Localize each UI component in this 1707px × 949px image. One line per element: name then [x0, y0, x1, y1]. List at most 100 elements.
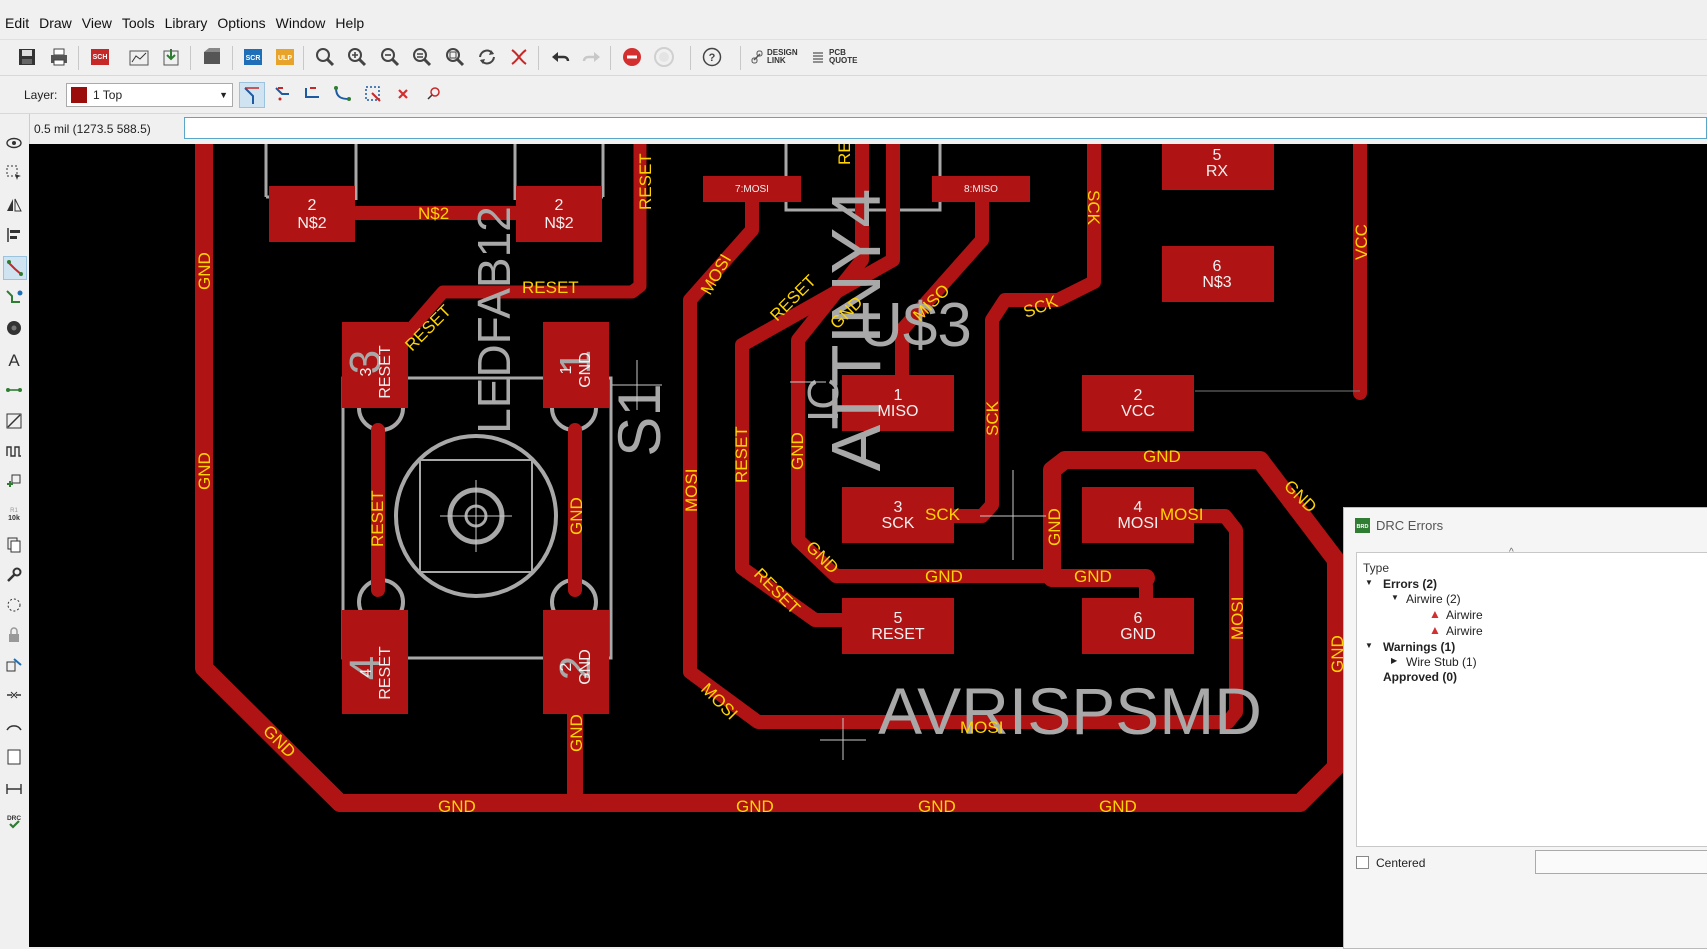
- ulp-icon[interactable]: ULP: [273, 45, 297, 69]
- menu-options[interactable]: Options: [212, 15, 270, 31]
- script-icon[interactable]: SCR: [241, 45, 265, 69]
- centered-checkbox[interactable]: [1356, 856, 1369, 869]
- smash-icon[interactable]: [3, 654, 25, 676]
- zoom-out-icon[interactable]: [378, 45, 402, 69]
- column-header-type[interactable]: Type: [1363, 561, 1389, 575]
- pad-name: GND: [577, 352, 594, 388]
- zoom-last-icon[interactable]: [410, 45, 434, 69]
- drc-title: DRC Errors: [1376, 518, 1444, 533]
- warnings-node[interactable]: Warnings (1): [1383, 640, 1455, 654]
- undo-icon[interactable]: [548, 45, 572, 69]
- centered-label: Centered: [1376, 856, 1426, 870]
- layer-color-swatch: [71, 87, 87, 103]
- wire-icon[interactable]: [3, 379, 25, 401]
- zoom-select-icon[interactable]: [443, 45, 467, 69]
- pin-icon[interactable]: [421, 82, 445, 106]
- expand-arrow-icon[interactable]: ▼: [1365, 641, 1373, 650]
- airwire-error-item[interactable]: Airwire: [1446, 608, 1483, 622]
- go-icon[interactable]: [652, 45, 676, 69]
- net-label: RE: [835, 144, 854, 165]
- copy-icon[interactable]: [3, 534, 25, 556]
- select-icon[interactable]: [3, 162, 25, 184]
- expand-arrow-icon[interactable]: ▼: [1365, 578, 1373, 587]
- redo-icon[interactable]: [580, 45, 604, 69]
- menu-help[interactable]: Help: [330, 15, 369, 31]
- design-link-line2: LINK: [767, 56, 786, 65]
- drc-icon[interactable]: DRC: [3, 810, 25, 832]
- route-icon[interactable]: [3, 256, 27, 280]
- align-icon[interactable]: [3, 224, 25, 246]
- net-label: GND: [925, 567, 963, 586]
- pad-name: MISO: [878, 403, 919, 420]
- bend-free-icon[interactable]: [361, 82, 385, 106]
- arc-icon[interactable]: [3, 716, 25, 738]
- export-icon[interactable]: [160, 45, 184, 69]
- menu-window[interactable]: Window: [271, 15, 331, 31]
- pad-num: 5: [894, 610, 903, 627]
- via-icon[interactable]: [3, 317, 25, 339]
- menu-tools[interactable]: Tools: [117, 15, 160, 31]
- drc-tree[interactable]: Type ^ ▼ Errors (2) ▼ Airwire (2) ▲ Airw…: [1356, 547, 1707, 847]
- add-part-icon[interactable]: [3, 470, 25, 492]
- expand-arrow-icon[interactable]: ▼: [1391, 593, 1399, 602]
- chevron-down-icon: ▼: [219, 90, 228, 100]
- board-icon[interactable]: [200, 45, 224, 69]
- close-icon[interactable]: [391, 82, 415, 106]
- menu-edit[interactable]: Edit: [0, 15, 34, 31]
- rectangle-icon[interactable]: [3, 746, 25, 768]
- pcb-quote-button[interactable]: PCB QUOTE: [829, 49, 857, 65]
- collapse-arrow-icon[interactable]: ▶: [1391, 656, 1397, 665]
- wire-stub-node[interactable]: Wire Stub (1): [1406, 655, 1477, 669]
- design-link-button[interactable]: DESIGN LINK: [767, 49, 798, 65]
- text-icon[interactable]: A: [3, 348, 25, 370]
- approved-node[interactable]: Approved (0): [1383, 670, 1457, 684]
- menu-draw[interactable]: Draw: [34, 15, 77, 31]
- zoom-in-icon[interactable]: [345, 45, 369, 69]
- help-icon[interactable]: ?: [700, 45, 724, 69]
- save-icon[interactable]: [15, 45, 39, 69]
- net-label: GND: [195, 252, 214, 290]
- stop-icon[interactable]: [620, 45, 644, 69]
- svg-text:SCR: SCR: [246, 55, 261, 62]
- errors-node[interactable]: Errors (2): [1383, 577, 1437, 591]
- lock-icon[interactable]: [3, 624, 25, 646]
- menu-view[interactable]: View: [77, 15, 117, 31]
- redraw-icon[interactable]: [475, 45, 499, 69]
- zoom-fit-icon[interactable]: [313, 45, 337, 69]
- group-icon[interactable]: [3, 594, 25, 616]
- net-label: RESET: [636, 153, 655, 210]
- layer-select[interactable]: 1 Top ▼: [66, 83, 233, 107]
- net-label: GND: [1143, 447, 1181, 466]
- bend-arc-icon[interactable]: [330, 82, 354, 106]
- meander-icon[interactable]: [3, 440, 25, 462]
- cam-icon[interactable]: [127, 45, 151, 69]
- schematic-icon[interactable]: SCH: [88, 45, 112, 69]
- toolbar-separator: [232, 46, 233, 70]
- bend-90-icon[interactable]: [300, 82, 324, 106]
- command-bar: 0.5 mil (1273.5 588.5): [0, 114, 1707, 144]
- net-label: MOSI: [682, 469, 701, 512]
- sort-arrow-icon[interactable]: ^: [1509, 547, 1514, 558]
- list-icon[interactable]: [811, 45, 825, 69]
- bend-45-icon[interactable]: [270, 82, 294, 106]
- pad-num: 3: [894, 499, 903, 516]
- menu-library[interactable]: Library: [160, 15, 213, 31]
- print-icon[interactable]: [47, 45, 71, 69]
- split-icon[interactable]: [3, 684, 25, 706]
- net-label: RESET: [368, 490, 387, 547]
- value-icon[interactable]: R1 10k: [3, 502, 25, 524]
- eye-icon[interactable]: [3, 132, 25, 154]
- command-input[interactable]: [184, 117, 1707, 139]
- autoroute-icon[interactable]: [3, 286, 25, 308]
- panel-button[interactable]: [1535, 850, 1707, 874]
- mirror-icon[interactable]: [3, 194, 25, 216]
- pad-num: 2: [558, 662, 575, 671]
- airwire-error-item[interactable]: Airwire: [1446, 624, 1483, 638]
- bend-style-icon[interactable]: [239, 82, 265, 108]
- ratsnest-icon[interactable]: [507, 45, 531, 69]
- wrench-icon[interactable]: [3, 564, 25, 586]
- line-icon[interactable]: [3, 410, 25, 432]
- dimension-icon[interactable]: [3, 778, 25, 800]
- link-icon[interactable]: [750, 45, 764, 69]
- airwire-group-node[interactable]: Airwire (2): [1406, 592, 1461, 606]
